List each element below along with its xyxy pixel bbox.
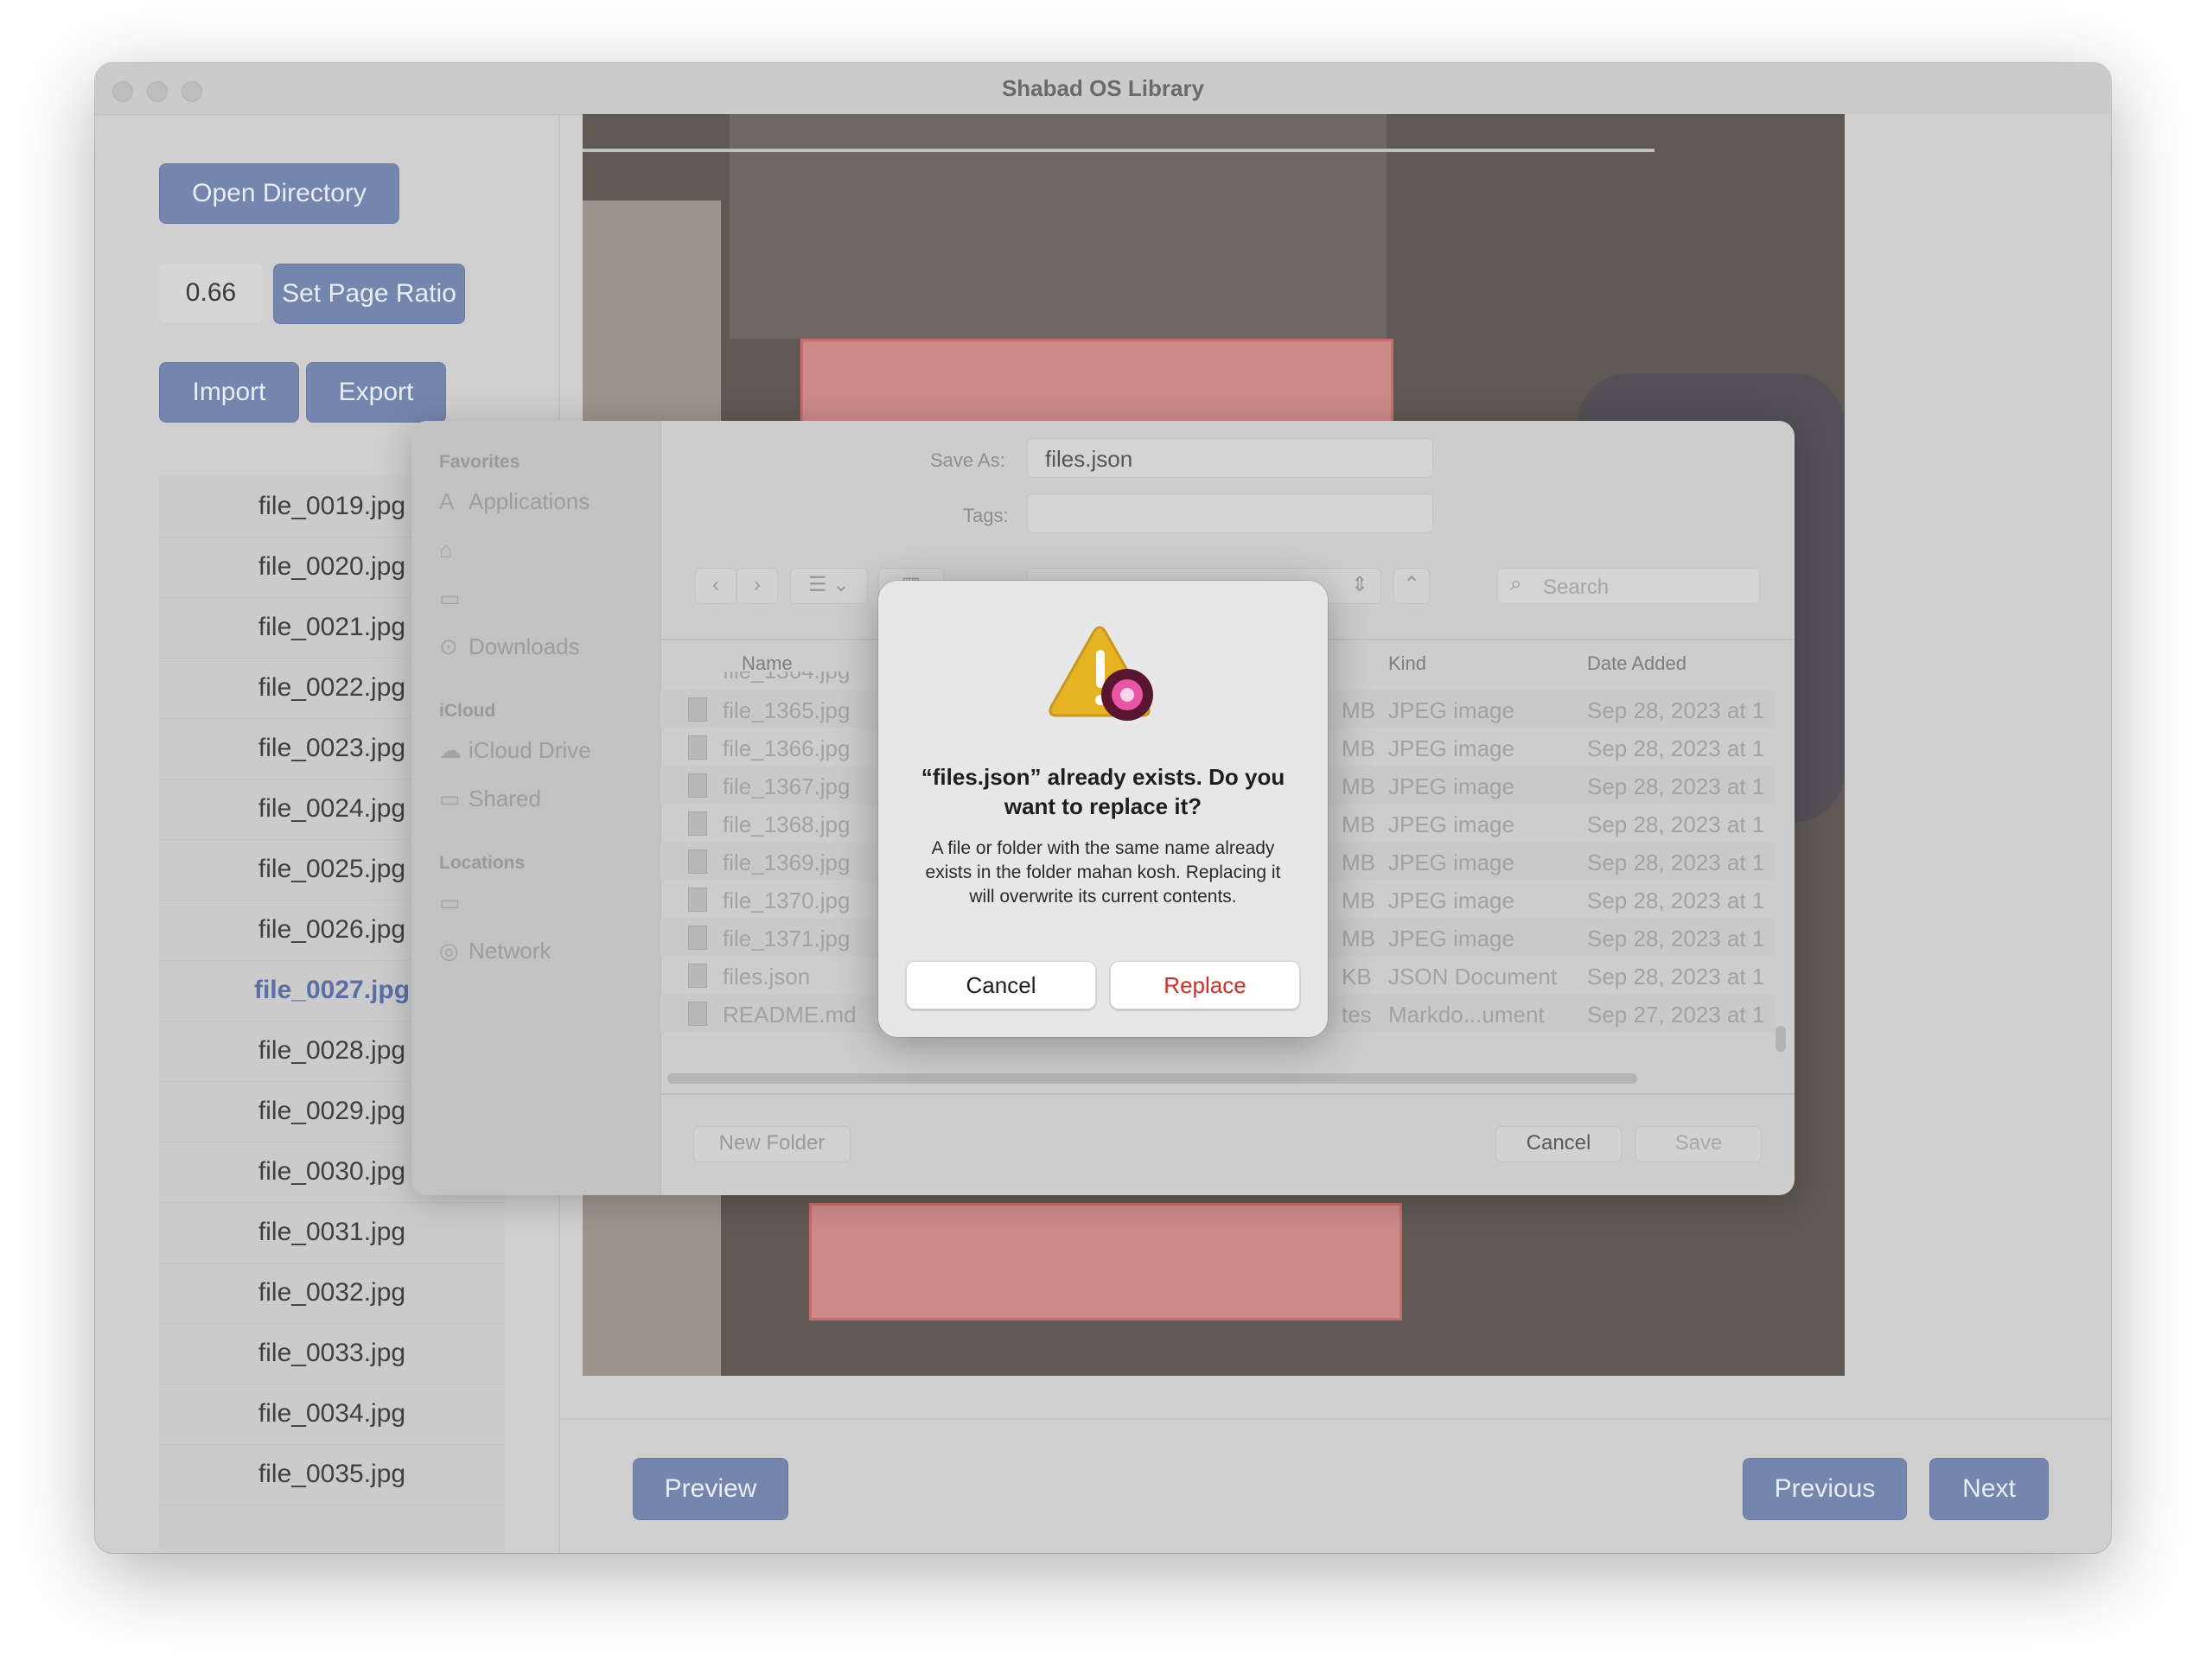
back-button[interactable]: ‹ [695, 568, 736, 604]
shared-folder-icon: ▭ [439, 786, 461, 811]
favorites-header: Favorites [439, 452, 520, 472]
sidebar-item-shared[interactable]: ▭ Shared [439, 786, 541, 812]
list-view-icon: ☰ ⌄ [807, 573, 851, 596]
save-as-value: files.json [1045, 446, 1133, 472]
document-file-icon [688, 1002, 707, 1026]
sidebar-item-home[interactable]: ⌂ [439, 537, 469, 563]
save-dialog-sidebar: Favorites A Applications ⌂ ▭ ⊙ Downloads i… [411, 421, 661, 1195]
set-page-ratio-button[interactable]: Set Page Ratio [273, 264, 465, 324]
alert-cancel-button[interactable]: Cancel [906, 961, 1096, 1009]
sidebar-item-network[interactable]: ◎ Network [439, 938, 551, 964]
home-icon: ⌂ [439, 537, 453, 563]
sidebar-item-label: Shared [469, 786, 541, 811]
search-icon: ⌕ [1510, 572, 1522, 595]
alert-title: “files.json” already exists. Do you want… [921, 764, 1285, 819]
page-ratio-field[interactable]: 0.66 [159, 264, 263, 322]
file-list-item[interactable]: file_0032.jpg [159, 1263, 505, 1324]
import-button[interactable]: Import [159, 362, 299, 423]
sidebar-item-downloads[interactable]: ⊙ Downloads [439, 633, 580, 660]
image-file-icon [688, 735, 707, 760]
previous-button[interactable]: Previous [1743, 1458, 1907, 1520]
save-button[interactable]: Save [1635, 1126, 1762, 1162]
next-button[interactable]: Next [1929, 1458, 2049, 1520]
downloads-icon: ⊙ [439, 633, 458, 659]
page-crop-region-bottom [809, 1203, 1402, 1320]
sidebar-item-label: Applications [469, 488, 590, 514]
footer-separator [660, 1093, 1795, 1095]
preview-button[interactable]: Preview [633, 1458, 788, 1520]
table-surface [730, 114, 1387, 339]
network-icon: ◎ [439, 938, 459, 964]
search-field[interactable]: ⌕ Search [1497, 568, 1760, 604]
title-bar: Shabad OS Library [95, 63, 2111, 115]
sidebar-item-computer[interactable]: ▭ [439, 889, 469, 916]
image-file-icon [688, 811, 707, 836]
file-list-item[interactable]: file_0031.jpg [159, 1202, 505, 1263]
file-list-item[interactable]: file_0033.jpg [159, 1323, 505, 1384]
chevron-up-icon: ⌃ [1402, 573, 1421, 596]
save-as-label: Save As: [930, 449, 1005, 471]
image-file-icon [688, 697, 707, 722]
alert-message: A file or folder with the same name alre… [925, 838, 1281, 907]
sidebar-item-label: iCloud Drive [469, 737, 591, 763]
cloud-icon: ☁ [439, 737, 462, 763]
tags-input[interactable] [1027, 493, 1433, 533]
horizontal-scrollbar[interactable] [667, 1073, 1637, 1084]
image-file-icon [688, 773, 707, 798]
applications-icon: A [439, 488, 455, 514]
warning-icon [1049, 626, 1153, 721]
alert-replace-button[interactable]: Replace [1110, 961, 1300, 1009]
search-placeholder: Search [1543, 576, 1610, 599]
locations-header: Locations [439, 853, 526, 873]
image-file-icon [688, 888, 707, 912]
save-as-input[interactable]: files.json [1027, 438, 1433, 478]
document-file-icon [688, 964, 707, 988]
window-title: Shabad OS Library [1001, 75, 1205, 101]
viewer-right-margin [1845, 114, 2111, 1376]
forward-button[interactable]: › [736, 568, 778, 604]
sidebar-item-icloud-drive[interactable]: ☁ iCloud Drive [439, 737, 591, 764]
file-list-item[interactable]: file_0034.jpg [159, 1384, 505, 1445]
export-button[interactable]: Export [306, 362, 446, 423]
footer-divider [560, 1418, 2111, 1420]
sidebar-item-applications[interactable]: A Applications [439, 488, 590, 515]
sheet-cancel-button[interactable]: Cancel [1495, 1126, 1622, 1162]
replace-alert: “files.json” already exists. Do you want… [878, 581, 1328, 1037]
vertical-scrollbar[interactable] [1776, 1026, 1786, 1052]
sidebar-item-folder[interactable]: ▭ [439, 585, 469, 612]
updown-chevron-icon: ⇕ [1350, 573, 1368, 596]
open-directory-button[interactable]: Open Directory [159, 163, 399, 224]
tags-label: Tags: [963, 505, 1009, 526]
view-mode-button[interactable]: ☰ ⌄ [790, 568, 868, 604]
sidebar-item-label: Network [469, 938, 552, 964]
icloud-header: iCloud [439, 701, 496, 721]
expand-collapse-button[interactable]: ⌃ [1393, 568, 1430, 604]
glass-edge [583, 149, 1654, 152]
computer-icon: ▭ [439, 889, 461, 915]
sidebar-item-label: Downloads [469, 633, 580, 659]
image-file-icon [688, 926, 707, 950]
file-list-item[interactable]: file_0035.jpg [159, 1444, 505, 1505]
folder-icon: ▭ [439, 585, 461, 611]
new-folder-button[interactable]: New Folder [693, 1126, 851, 1162]
image-file-icon [688, 850, 707, 874]
